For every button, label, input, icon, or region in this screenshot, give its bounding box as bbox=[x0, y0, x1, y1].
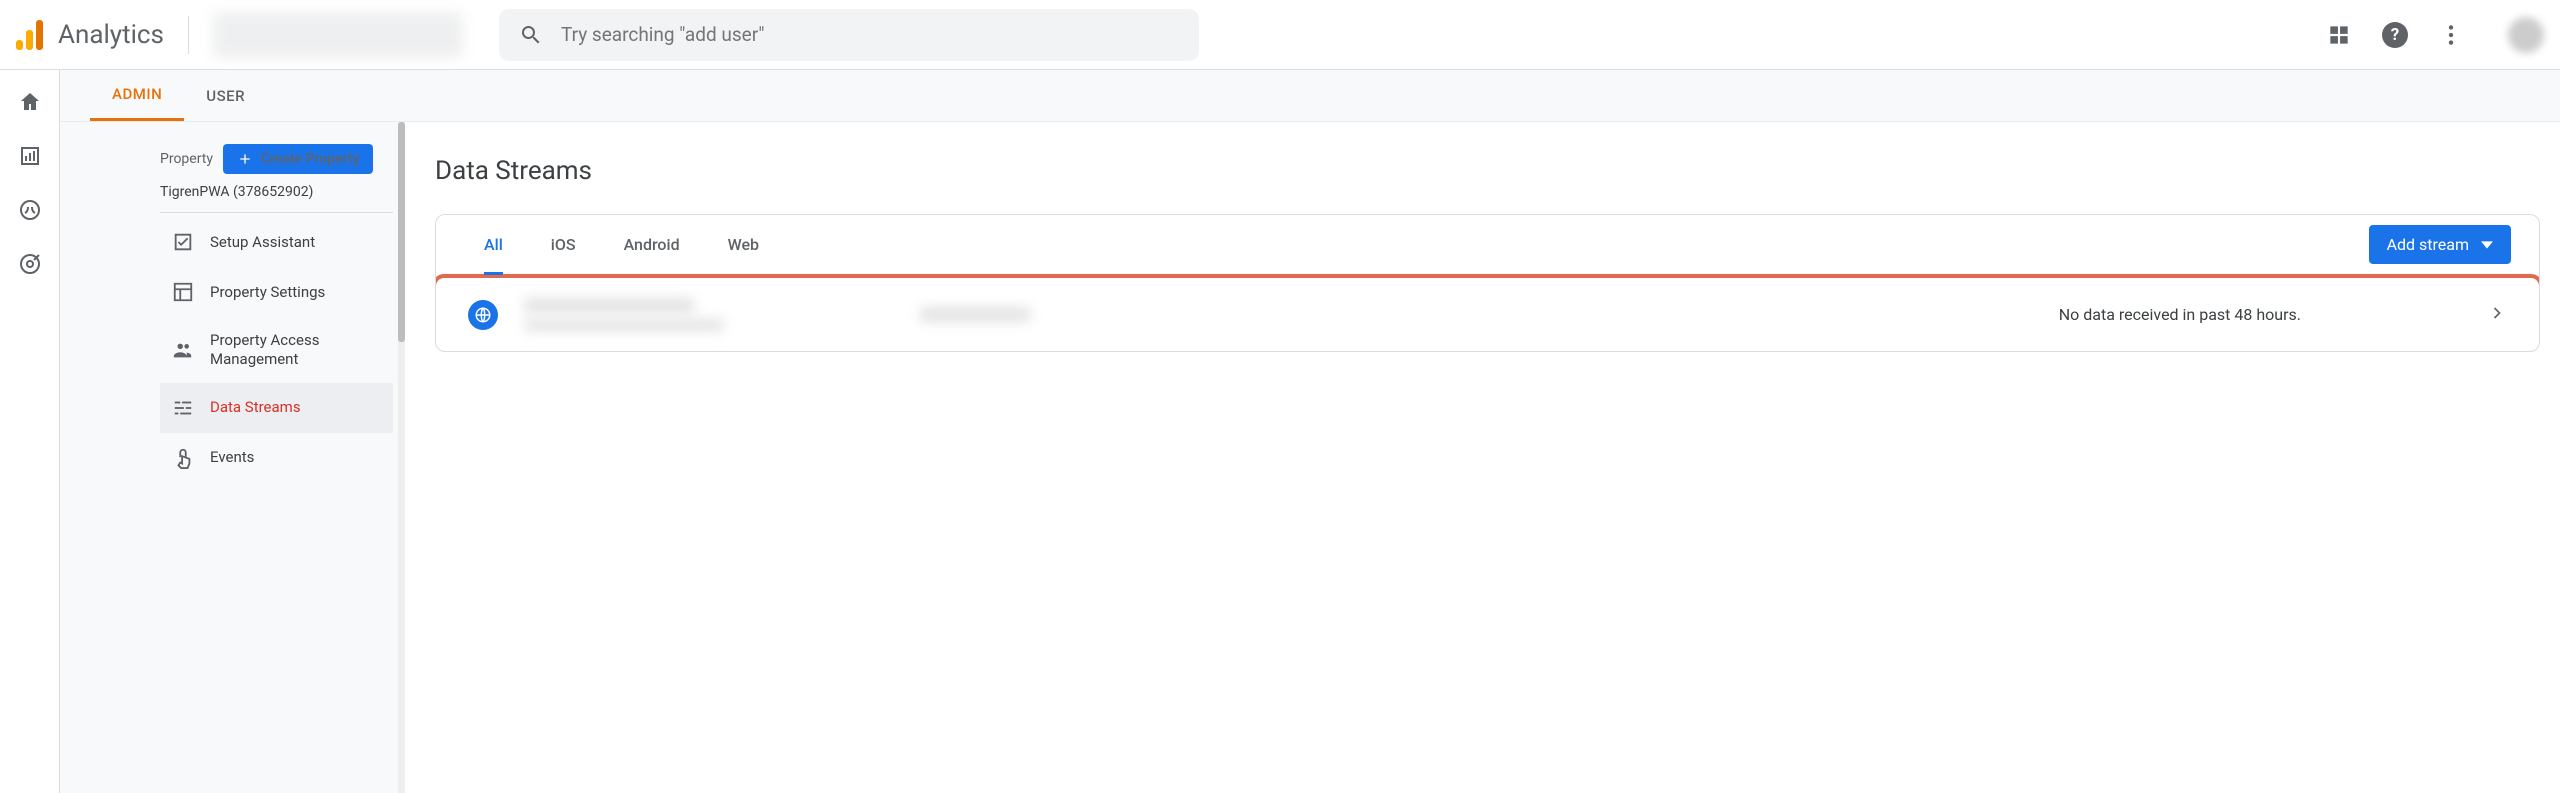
streams-icon bbox=[172, 397, 194, 419]
account-selector[interactable] bbox=[213, 12, 463, 58]
stream-id-redacted bbox=[920, 307, 1030, 322]
reports-icon[interactable] bbox=[18, 144, 42, 168]
tab-user[interactable]: USER bbox=[184, 70, 267, 121]
nav-label: Property Settings bbox=[210, 283, 325, 302]
add-stream-label: Add stream bbox=[2387, 235, 2469, 254]
user-avatar[interactable] bbox=[2508, 17, 2544, 53]
stream-tab-android[interactable]: Android bbox=[600, 215, 704, 274]
sidebar-scrollbar[interactable] bbox=[398, 122, 405, 793]
stream-tab-web[interactable]: Web bbox=[704, 215, 783, 274]
search-input[interactable] bbox=[561, 23, 1179, 46]
layout-icon bbox=[172, 281, 194, 303]
nav-access-management[interactable]: Property Access Management bbox=[160, 317, 393, 383]
more-vert-icon[interactable] bbox=[2438, 22, 2464, 48]
plus-icon bbox=[237, 151, 253, 167]
caret-down-icon bbox=[2481, 239, 2493, 251]
left-nav-rail bbox=[0, 70, 60, 793]
nav-label: Events bbox=[210, 448, 254, 467]
tab-admin[interactable]: ADMIN bbox=[90, 70, 184, 121]
property-label: Property bbox=[160, 151, 213, 167]
search-bar[interactable] bbox=[499, 9, 1199, 61]
streams-card: All iOS Android Web Add stream bbox=[435, 214, 2540, 352]
analytics-logo-icon bbox=[16, 20, 46, 50]
property-selected[interactable]: TigrenPWA (378652902) bbox=[160, 184, 393, 213]
stream-tab-all[interactable]: All bbox=[460, 215, 527, 274]
nav-label: Property Access Management bbox=[210, 331, 381, 369]
page-title: Data Streams bbox=[435, 156, 2540, 186]
globe-icon bbox=[468, 300, 498, 330]
nav-data-streams[interactable]: Data Streams bbox=[160, 383, 393, 433]
property-sidebar: Property Create Property TigrenPWA (3786… bbox=[60, 122, 405, 793]
search-icon bbox=[519, 23, 543, 47]
stream-filter-tabs: All iOS Android Web Add stream bbox=[436, 215, 2539, 274]
apps-grid-icon[interactable] bbox=[2326, 22, 2352, 48]
nav-setup-assistant[interactable]: Setup Assistant bbox=[160, 217, 393, 267]
main-content: Data Streams All iOS Android Web Add str… bbox=[405, 122, 2560, 793]
chevron-right-icon bbox=[2487, 303, 2507, 323]
app-header: Analytics ? bbox=[0, 0, 2560, 70]
stream-name-redacted bbox=[524, 298, 724, 331]
nav-label: Data Streams bbox=[210, 398, 301, 417]
create-property-label: Create Property bbox=[261, 151, 359, 167]
help-icon[interactable]: ? bbox=[2382, 22, 2408, 48]
add-stream-button[interactable]: Add stream bbox=[2369, 225, 2511, 264]
open-stream-chevron[interactable] bbox=[2487, 303, 2507, 327]
create-property-button[interactable]: Create Property bbox=[223, 144, 373, 174]
stream-row[interactable]: No data received in past 48 hours. bbox=[438, 280, 2537, 349]
nav-label: Setup Assistant bbox=[210, 233, 315, 252]
highlighted-annotation: No data received in past 48 hours. bbox=[435, 274, 2540, 352]
stream-tab-ios[interactable]: iOS bbox=[527, 215, 600, 274]
vertical-divider bbox=[188, 16, 189, 54]
logo[interactable]: Analytics bbox=[16, 20, 164, 50]
nav-property-settings[interactable]: Property Settings bbox=[160, 267, 393, 317]
app-name: Analytics bbox=[58, 20, 164, 50]
nav-events[interactable]: Events bbox=[160, 433, 393, 483]
people-icon bbox=[172, 339, 194, 361]
stream-status: No data received in past 48 hours. bbox=[2059, 305, 2301, 324]
home-icon[interactable] bbox=[18, 90, 42, 114]
admin-user-tabs: ADMIN USER bbox=[60, 70, 2560, 122]
tap-icon bbox=[172, 447, 194, 469]
explore-icon[interactable] bbox=[18, 198, 42, 222]
checkbox-icon bbox=[172, 231, 194, 253]
advertising-icon[interactable] bbox=[18, 252, 42, 276]
